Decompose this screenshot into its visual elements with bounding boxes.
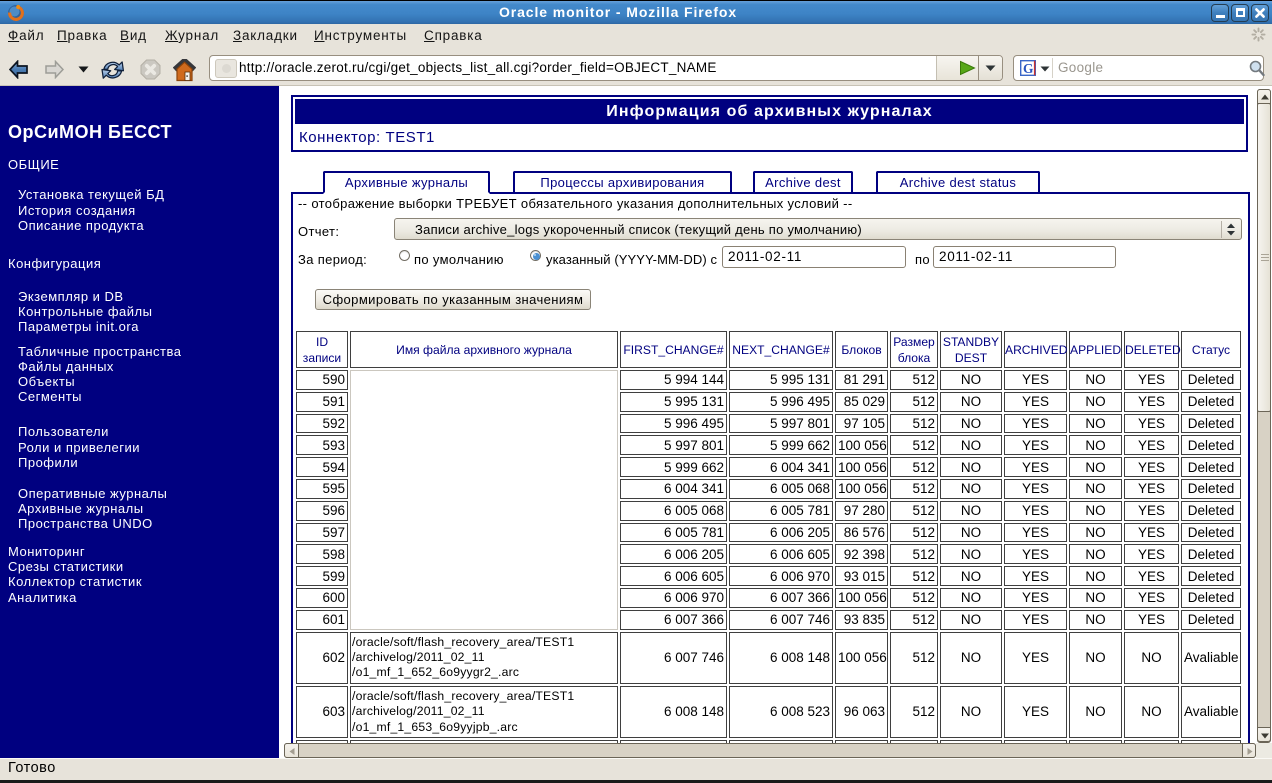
svg-text:G: G	[1023, 61, 1034, 76]
